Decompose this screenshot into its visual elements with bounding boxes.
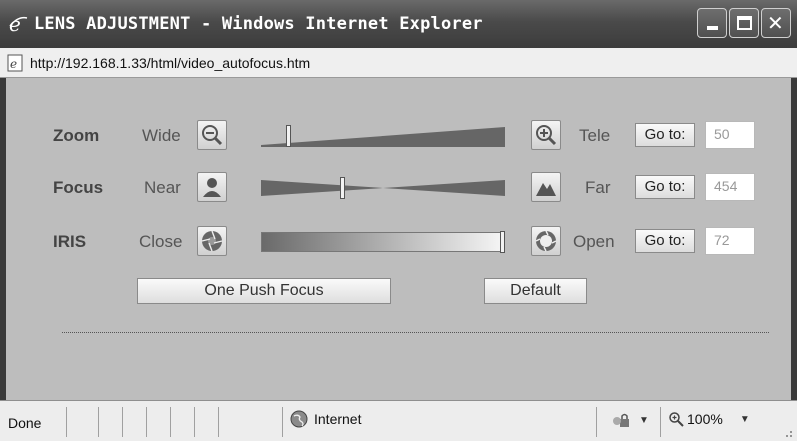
zoom-slider-thumb[interactable] xyxy=(286,125,291,147)
lock-icon xyxy=(613,413,629,427)
focus-value-field[interactable]: 454 xyxy=(705,173,755,201)
url-text[interactable]: http://192.168.1.33/html/video_autofocus… xyxy=(30,55,310,71)
iris-close-button[interactable] xyxy=(197,226,227,256)
lens-adjustment-panel: Zoom Wide Tele Go to: 50 Focus Near Far … xyxy=(6,78,791,400)
status-bar: Done Internet ▼ 100% ▼ xyxy=(0,400,797,441)
one-push-focus-button[interactable]: One Push Focus xyxy=(137,278,391,304)
status-divider xyxy=(660,407,661,437)
iris-open-button[interactable] xyxy=(531,226,561,256)
zoom-row: Zoom Wide Tele Go to: 50 xyxy=(6,120,791,154)
zoom-tele-label: Tele xyxy=(579,126,611,145)
svg-text:e: e xyxy=(10,57,17,71)
zoom-level-text: 100% xyxy=(687,411,723,427)
status-text: Done xyxy=(8,415,42,431)
zoom-goto-button[interactable]: Go to: xyxy=(635,123,695,147)
protected-mode-button[interactable]: ▼ xyxy=(612,411,649,429)
focus-row: Focus Near Far Go to: 454 xyxy=(6,172,791,206)
magnifier-icon xyxy=(669,412,684,427)
iris-goto-button[interactable]: Go to: xyxy=(635,229,695,253)
status-divider xyxy=(170,407,171,437)
focus-near-button[interactable] xyxy=(197,172,227,202)
iris-open-label: Open xyxy=(573,232,615,251)
focus-far-button[interactable] xyxy=(531,172,561,202)
focus-label: Focus xyxy=(53,178,104,197)
iris-slider-thumb[interactable] xyxy=(500,231,505,253)
status-divider xyxy=(596,407,597,437)
mountain-icon xyxy=(536,183,556,196)
focus-slider[interactable] xyxy=(261,177,505,199)
close-button[interactable]: ✕ xyxy=(761,8,791,38)
status-divider xyxy=(98,407,99,437)
iris-close-label: Close xyxy=(139,232,183,251)
default-button[interactable]: Default xyxy=(484,278,587,304)
zone-label: Internet xyxy=(314,411,362,427)
iris-open-icon xyxy=(535,230,557,252)
ie-logo-icon: e xyxy=(9,14,28,34)
focus-slider-thumb[interactable] xyxy=(340,177,345,199)
minimize-button[interactable] xyxy=(697,8,727,38)
globe-icon xyxy=(290,410,308,428)
minimize-icon xyxy=(707,26,718,30)
maximize-button[interactable] xyxy=(729,8,759,38)
address-bar: e http://192.168.1.33/html/video_autofoc… xyxy=(0,48,797,78)
separator xyxy=(62,332,769,333)
status-divider xyxy=(66,407,67,437)
zoom-in-icon xyxy=(536,125,557,146)
zoom-out-button[interactable] xyxy=(197,120,227,150)
iris-slider[interactable] xyxy=(261,232,505,252)
status-divider xyxy=(282,407,283,437)
iris-label: IRIS xyxy=(53,232,87,251)
window-controls: ✕ xyxy=(697,8,791,38)
zoom-out-icon xyxy=(202,125,223,146)
chevron-down-icon: ▼ xyxy=(639,414,649,426)
focus-near-label: Near xyxy=(144,178,181,197)
zoom-level-button[interactable]: 100% ▼ xyxy=(668,411,750,427)
maximize-icon xyxy=(737,16,752,30)
close-icon: ✕ xyxy=(767,11,784,35)
zoom-value-field[interactable]: 50 xyxy=(705,121,755,149)
zoom-in-button[interactable] xyxy=(531,120,561,150)
iris-closed-icon xyxy=(201,230,223,252)
status-divider xyxy=(122,407,123,437)
zoom-label: Zoom xyxy=(53,126,100,145)
resize-grip-icon[interactable] xyxy=(783,428,793,438)
person-icon xyxy=(203,178,221,197)
zoom-wide-label: Wide xyxy=(142,126,181,145)
iris-value-field[interactable]: 72 xyxy=(705,227,755,255)
page-icon: e xyxy=(7,54,23,71)
iris-row: IRIS Close Open Go to: 72 xyxy=(6,226,791,260)
security-zone[interactable]: Internet xyxy=(290,410,361,428)
focus-goto-button[interactable]: Go to: xyxy=(635,175,695,199)
zoom-slider[interactable] xyxy=(261,125,505,147)
status-divider xyxy=(194,407,195,437)
window-frame-right xyxy=(791,78,797,400)
window-title: LENS ADJUSTMENT - Windows Internet Explo… xyxy=(34,14,483,34)
focus-far-label: Far xyxy=(585,178,611,197)
status-divider xyxy=(146,407,147,437)
title-bar[interactable]: e LENS ADJUSTMENT - Windows Internet Exp… xyxy=(0,0,797,48)
status-divider xyxy=(218,407,219,437)
chevron-down-icon: ▼ xyxy=(739,413,750,425)
